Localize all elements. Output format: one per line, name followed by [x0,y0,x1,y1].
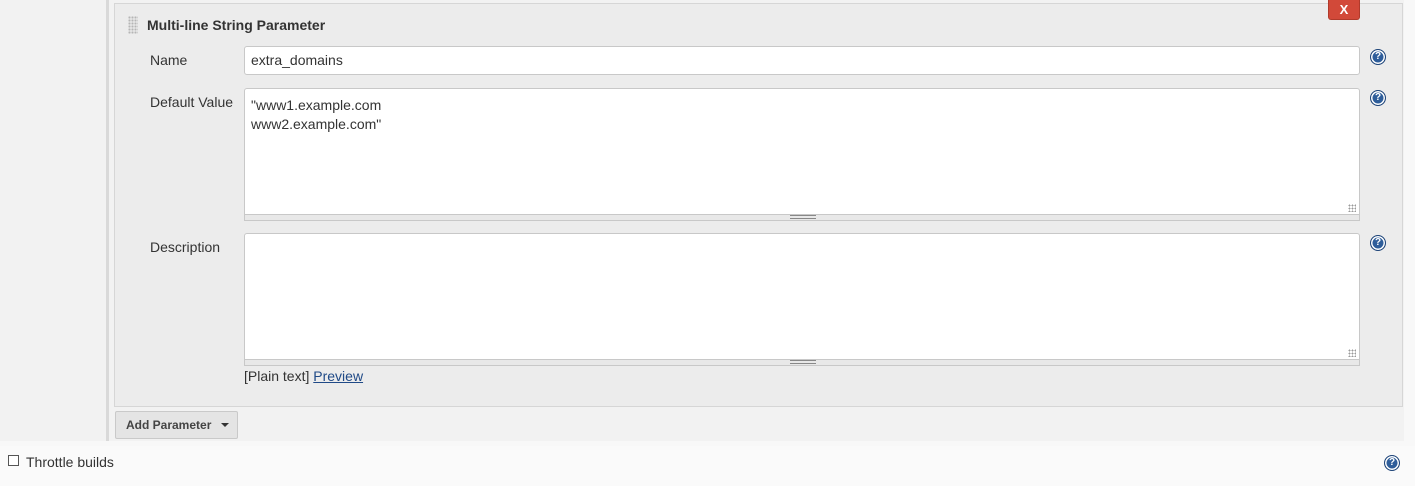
grip-lines-icon [790,360,816,364]
throttle-builds-checkbox[interactable] [8,455,19,466]
default-value-textarea[interactable]: "www1.example.com www2.example.com" [244,88,1360,215]
default-value-label: Default Value [150,94,234,110]
add-parameter-button[interactable]: Add Parameter [115,411,238,439]
markup-format-line: [Plain text] Preview [244,368,363,384]
name-label: Name [150,52,188,68]
name-input[interactable]: extra_domains [244,46,1360,75]
markup-format-label: [Plain text] [244,368,310,384]
drag-handle-icon[interactable] [128,16,138,34]
help-icon[interactable]: ? [1384,455,1400,471]
preview-link[interactable]: Preview [313,368,363,384]
throttle-builds-label: Throttle builds [26,454,114,470]
right-gutter [1404,0,1415,441]
resize-corner-icon[interactable] [1348,204,1356,212]
add-parameter-label: Add Parameter [126,418,212,432]
resize-corner-icon[interactable] [1348,349,1356,357]
description-label: Description [150,239,221,255]
default-value-resize-grip[interactable] [244,215,1360,221]
delete-parameter-button[interactable]: X [1328,0,1360,20]
left-gutter [0,0,106,441]
throttle-builds-row: Throttle builds ? [0,446,1415,486]
help-icon[interactable]: ? [1370,90,1386,106]
caret-down-icon [221,423,229,427]
help-icon[interactable]: ? [1370,235,1386,251]
description-textarea[interactable] [244,233,1360,360]
parameter-title: Multi-line String Parameter [147,17,326,33]
help-icon[interactable]: ? [1370,49,1386,65]
grip-lines-icon [790,215,816,219]
description-resize-grip[interactable] [244,360,1360,366]
